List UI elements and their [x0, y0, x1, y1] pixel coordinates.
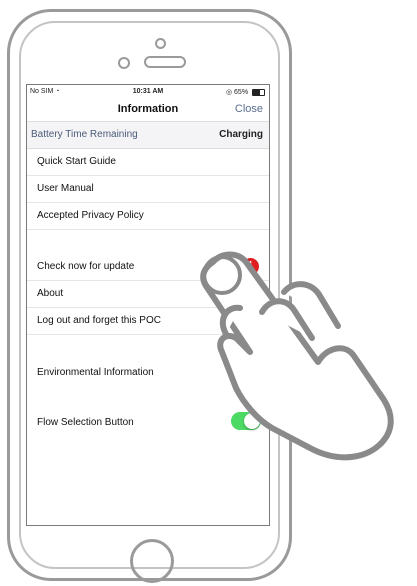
- battery-status: ◎ 65%: [226, 88, 265, 96]
- close-button[interactable]: Close: [235, 103, 263, 115]
- list-item-label: Accepted Privacy Policy: [37, 210, 144, 221]
- page-title: Information: [117, 103, 179, 115]
- toggle-row-flow-selection: Flow Selection Button: [27, 397, 269, 447]
- list-item-about[interactable]: About: [27, 281, 269, 308]
- toggle-row-environmental: Environmental Information: [27, 347, 269, 397]
- environmental-toggle[interactable]: [231, 362, 261, 380]
- list-item-privacy-policy[interactable]: Accepted Privacy Policy: [27, 203, 269, 230]
- battery-time-value: Charging: [219, 129, 263, 140]
- rotation-lock-icon: ◎: [225, 89, 233, 96]
- battery-icon: [252, 88, 265, 96]
- battery-time-label: Battery Time Remaining: [31, 129, 138, 140]
- app-screen: No SIM ◔ 10:31 AM ◎ 65% Information Clos…: [26, 84, 270, 526]
- toggle-label: Flow Selection Button: [37, 417, 134, 428]
- toggle-label: Environmental Information: [37, 367, 154, 378]
- status-bar: No SIM ◔ 10:31 AM ◎ 65%: [27, 85, 269, 99]
- battery-time-row: Battery Time Remaining Charging: [27, 122, 269, 149]
- toggle-knob: [244, 413, 260, 429]
- alert-info-icon: i: [242, 258, 259, 275]
- list-item-label: User Manual: [37, 183, 94, 194]
- list-item-label: Quick Start Guide: [37, 156, 116, 167]
- list-item-quick-start[interactable]: Quick Start Guide: [27, 149, 269, 176]
- list-item-label: Check now for update: [37, 261, 135, 272]
- list-item-label: Log out and forget this POC: [37, 315, 161, 326]
- section-spacer: [27, 230, 269, 254]
- camera-icon: [155, 38, 166, 49]
- list-item-check-update[interactable]: Check now for update i: [27, 254, 269, 281]
- toggle-knob: [232, 363, 248, 379]
- list-item-label: About: [37, 288, 64, 299]
- list-item-log-out[interactable]: Log out and forget this POC: [27, 308, 269, 335]
- list-item-user-manual[interactable]: User Manual: [27, 176, 269, 203]
- sensor-icon: [118, 57, 130, 69]
- speaker-icon: [144, 56, 186, 68]
- home-button[interactable]: [130, 539, 174, 583]
- nav-bar: Information Close: [27, 99, 269, 122]
- flow-selection-toggle[interactable]: [231, 412, 261, 430]
